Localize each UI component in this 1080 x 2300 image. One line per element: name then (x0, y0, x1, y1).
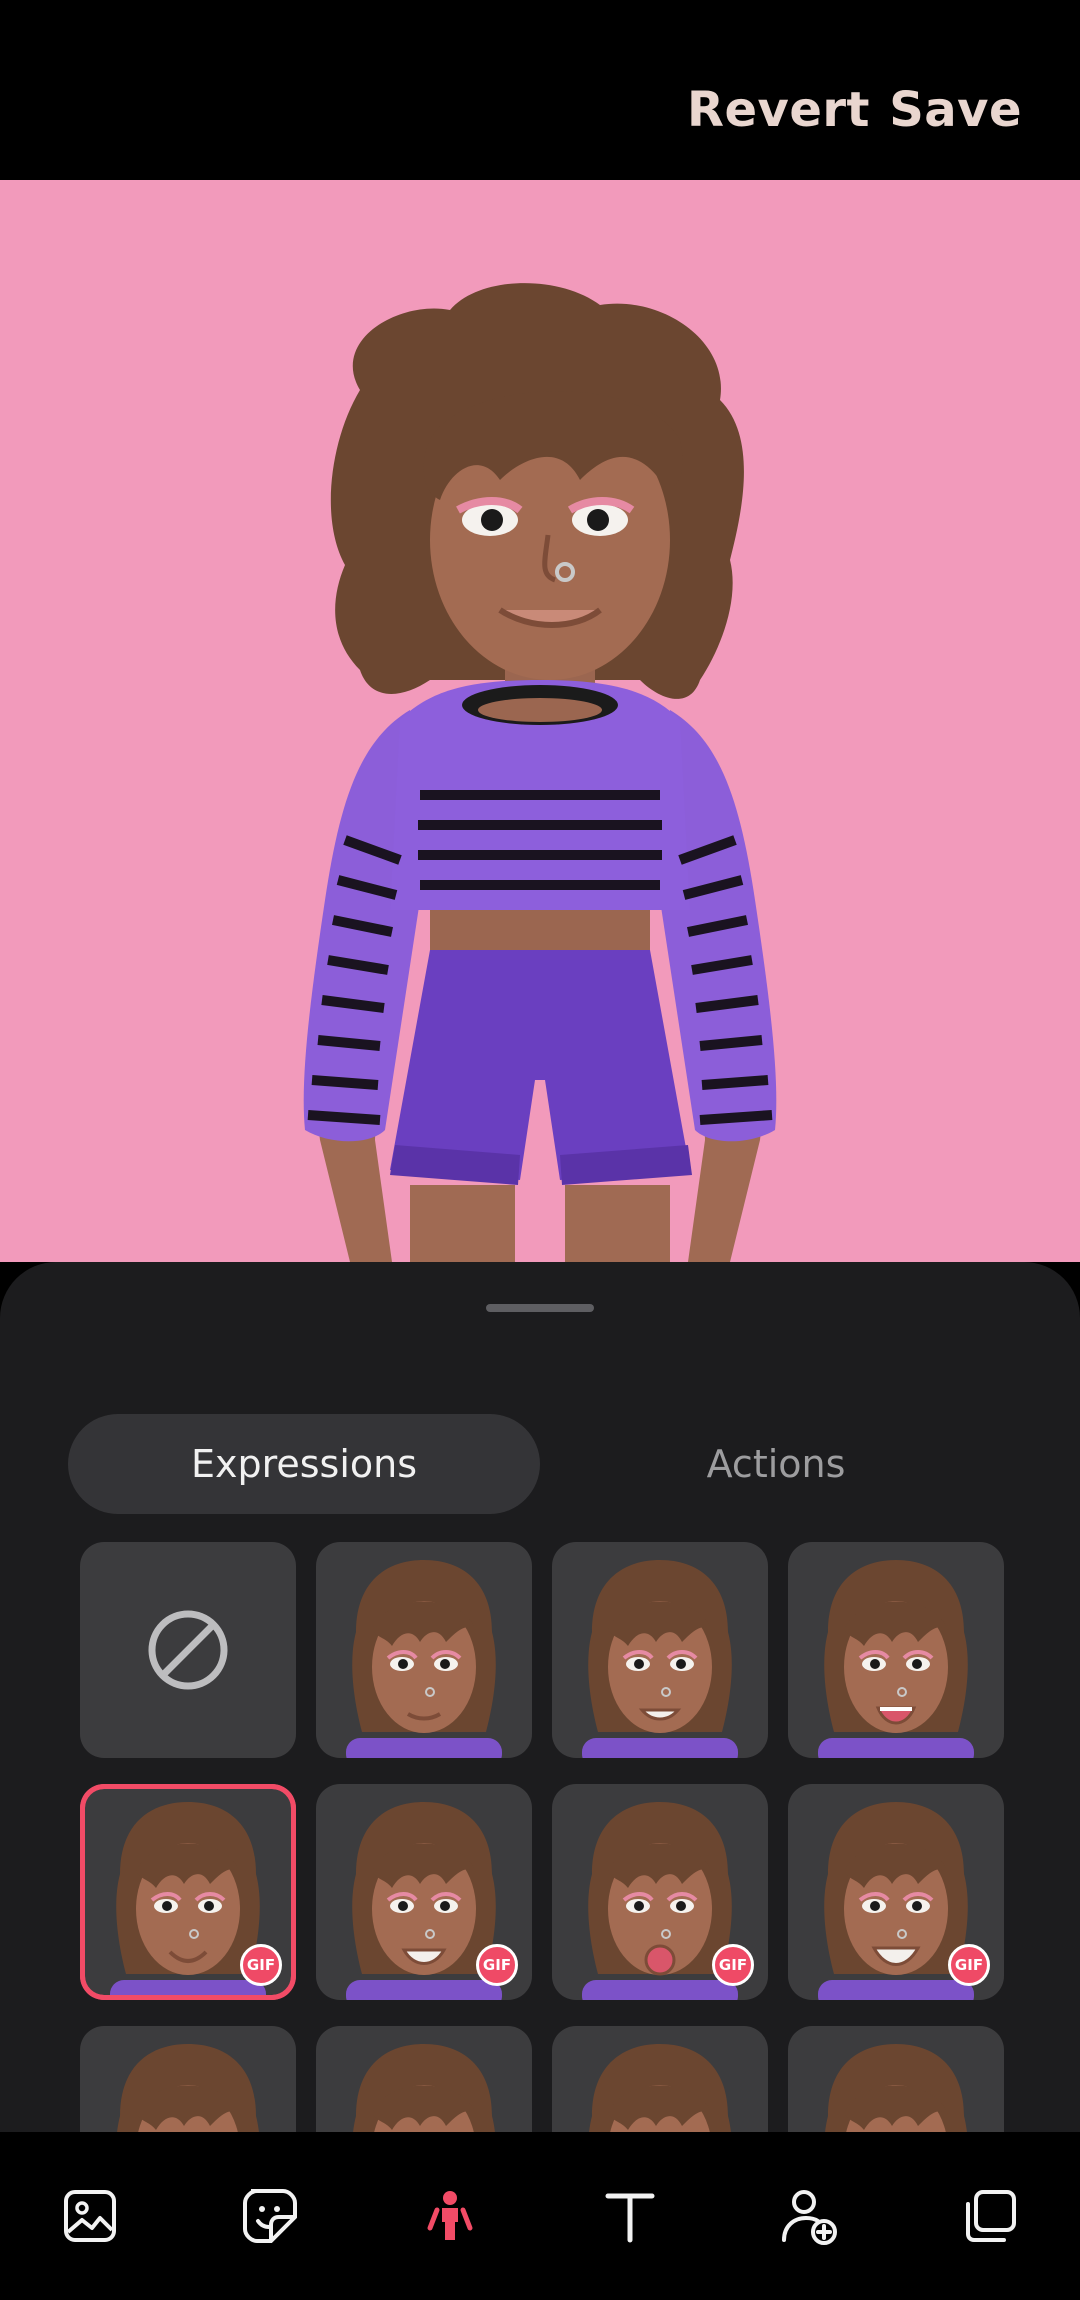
gif-badge: GIF (712, 1944, 754, 1986)
avatar-face-thumbnail (353, 2044, 495, 2132)
expression-option[interactable] (788, 2026, 1004, 2132)
revert-button[interactable]: Revert (687, 82, 870, 138)
expression-option[interactable]: GIF (552, 1784, 768, 2000)
gif-badge: GIF (240, 1944, 282, 1986)
add-person-button[interactable] (770, 2176, 850, 2256)
expression-option[interactable] (80, 2026, 296, 2132)
sticker-icon (243, 2189, 297, 2243)
layers-button[interactable] (950, 2176, 1030, 2256)
expression-option[interactable] (552, 2026, 768, 2132)
top-bar: Revert Save (0, 0, 1080, 180)
avatar-preview[interactable] (0, 180, 1080, 1262)
tab-bar: Expressions Actions (68, 1414, 1012, 1514)
avatar-face-thumbnail (346, 1560, 502, 1758)
avatar-pose-button[interactable] (410, 2176, 490, 2256)
expression-option[interactable] (316, 1542, 532, 1758)
sticker-button[interactable] (230, 2176, 310, 2256)
bottom-toolbar (0, 2132, 1080, 2300)
no-expression-icon (148, 1610, 228, 1690)
save-button[interactable]: Save (889, 82, 1022, 138)
expression-option-selected[interactable]: GIF (80, 1784, 296, 2000)
avatar-face-thumbnail (110, 1802, 266, 2000)
gallery-icon (64, 2190, 116, 2242)
avatar-face-thumbnail (117, 2044, 259, 2132)
tab-actions[interactable]: Actions (540, 1414, 1012, 1514)
avatar-face-thumbnail (589, 2044, 731, 2132)
layers-icon (966, 2190, 1016, 2242)
avatar-figure (303, 283, 777, 1262)
avatar-pose-icon (427, 2191, 473, 2240)
gif-badge: GIF (948, 1944, 990, 1986)
add-person-icon (782, 2190, 837, 2245)
expression-option[interactable] (316, 2026, 532, 2132)
expression-option[interactable]: GIF (788, 1784, 1004, 2000)
sheet-drag-handle[interactable] (486, 1304, 594, 1312)
expression-none-button[interactable] (80, 1542, 296, 1758)
avatar-face-thumbnail (582, 1560, 738, 1758)
avatar-face-thumbnail (818, 1560, 974, 1758)
avatar-face-thumbnail (825, 2044, 967, 2132)
text-button[interactable] (590, 2176, 670, 2256)
gallery-button[interactable] (50, 2176, 130, 2256)
expression-option[interactable] (788, 1542, 1004, 1758)
expression-option[interactable] (552, 1542, 768, 1758)
expressions-sheet: Expressions Actions GIF GIF GIF GIF (0, 1262, 1080, 2132)
expression-option[interactable]: GIF (316, 1784, 532, 2000)
expression-grid: GIF GIF GIF GIF (80, 1542, 1006, 2132)
tab-expressions[interactable]: Expressions (68, 1414, 540, 1514)
gif-badge: GIF (476, 1944, 518, 1986)
text-icon (605, 2193, 655, 2243)
